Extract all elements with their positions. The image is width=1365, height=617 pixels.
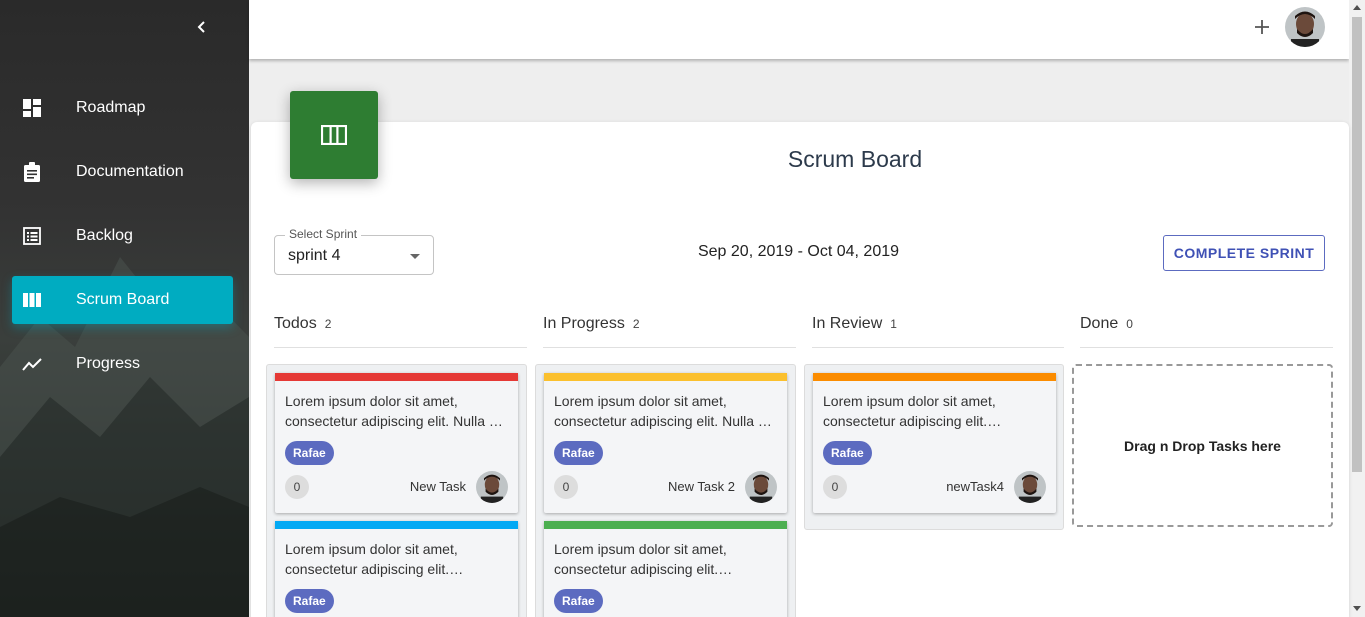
page-icon xyxy=(290,91,378,179)
task-description: Lorem ipsum dolor sit amet, consectetur … xyxy=(554,393,772,429)
sidebar-nav: Roadmap Documentation Backlog Scrum Boar… xyxy=(12,84,233,404)
column-in-review: Lorem ipsum dolor sit amet, consectetur … xyxy=(804,364,1064,530)
done-dropzone[interactable]: Drag n Drop Tasks here xyxy=(1072,364,1333,527)
columns-icon xyxy=(22,290,42,310)
column-in-progress: Lorem ipsum dolor sit amet, consectetur … xyxy=(535,364,796,617)
task-description: Lorem ipsum dolor sit amet, consectetur … xyxy=(554,541,733,577)
scrollbar[interactable] xyxy=(1349,0,1365,617)
task-card[interactable]: Lorem ipsum dolor sit amet, consectetur … xyxy=(544,373,787,513)
column-count: 1 xyxy=(890,317,897,331)
task-tag: Rafae xyxy=(823,441,872,465)
sprint-select-label: Select Sprint xyxy=(285,227,362,241)
task-card[interactable]: Lorem ipsum dolor sit amet, consectetur … xyxy=(544,521,787,617)
sidebar-item-label: Scrum Board xyxy=(76,291,170,308)
dashboard-icon xyxy=(22,98,42,118)
clipboard-icon xyxy=(22,162,42,182)
task-assignee-avatar xyxy=(476,471,508,503)
column-title: In Review xyxy=(812,315,883,332)
task-color-bar xyxy=(275,373,518,381)
list-icon xyxy=(22,226,42,246)
add-button[interactable] xyxy=(1251,16,1273,38)
column-title: Done xyxy=(1080,315,1119,332)
task-assignee-avatar xyxy=(745,471,777,503)
task-description: Lorem ipsum dolor sit amet, consectetur … xyxy=(285,393,503,429)
task-tag: Rafae xyxy=(285,441,334,465)
task-count-badge: 0 xyxy=(823,475,847,499)
scroll-down-arrow-icon[interactable] xyxy=(1353,606,1361,611)
column-count: 2 xyxy=(632,317,640,331)
sidebar-item-roadmap[interactable]: Roadmap xyxy=(12,84,233,132)
sidebar-item-documentation[interactable]: Documentation xyxy=(12,148,233,196)
column-title: Todos xyxy=(274,315,317,332)
task-count-badge: 0 xyxy=(554,475,578,499)
task-assignee-avatar xyxy=(1014,471,1046,503)
complete-sprint-button[interactable]: COMPLETE SPRINT xyxy=(1163,235,1325,271)
columns-icon xyxy=(321,125,347,145)
user-avatar[interactable] xyxy=(1285,7,1325,47)
page-title: Scrum Board xyxy=(787,146,923,172)
column-count: 2 xyxy=(324,317,332,331)
task-tag: Rafae xyxy=(554,441,603,465)
scroll-up-arrow-icon[interactable] xyxy=(1353,5,1361,10)
task-count-badge: 0 xyxy=(285,475,309,499)
column-count: 0 xyxy=(1126,317,1133,331)
task-name: New Task xyxy=(409,479,466,494)
column-header-in-review: In Review 1 xyxy=(812,315,1064,348)
trending-up-icon xyxy=(22,354,42,374)
scroll-thumb[interactable] xyxy=(1352,17,1362,472)
task-name: newTask4 xyxy=(946,479,1004,494)
column-header-todos: Todos 2 xyxy=(274,315,527,348)
sidebar-item-label: Roadmap xyxy=(76,99,146,116)
sidebar-item-label: Progress xyxy=(76,355,141,372)
sprint-date-range: Sep 20, 2019 - Oct 04, 2019 xyxy=(697,243,900,260)
sidebar-item-label: Backlog xyxy=(76,227,133,244)
sidebar-item-progress[interactable]: Progress xyxy=(12,340,233,388)
sidebar: Roadmap Documentation Backlog Scrum Boar… xyxy=(0,0,249,617)
task-name: New Task 2 xyxy=(668,479,735,494)
sidebar-item-label: Documentation xyxy=(76,163,184,180)
task-tag: Rafae xyxy=(554,589,603,613)
plus-icon xyxy=(1255,20,1269,34)
task-color-bar xyxy=(544,373,787,381)
chevron-left-icon xyxy=(197,21,205,33)
task-card[interactable]: Lorem ipsum dolor sit amet, consectetur … xyxy=(275,521,518,617)
collapse-sidebar-button[interactable] xyxy=(190,15,214,39)
column-header-in-progress: In Progress 2 xyxy=(543,315,796,348)
task-description: Lorem ipsum dolor sit amet, consectetur … xyxy=(823,393,1002,429)
task-card[interactable]: Lorem ipsum dolor sit amet, consectetur … xyxy=(275,373,518,513)
column-todos: Lorem ipsum dolor sit amet, consectetur … xyxy=(266,364,527,617)
column-title: In Progress xyxy=(543,315,625,332)
task-card[interactable]: Lorem ipsum dolor sit amet, consectetur … xyxy=(813,373,1056,513)
sprint-select-value: sprint 4 xyxy=(288,247,341,264)
dropdown-caret-icon xyxy=(410,254,420,259)
task-color-bar xyxy=(813,373,1056,381)
sidebar-item-scrum-board[interactable]: Scrum Board xyxy=(12,276,233,324)
task-color-bar xyxy=(275,521,518,529)
task-color-bar xyxy=(544,521,787,529)
top-header xyxy=(249,0,1349,59)
sprint-select[interactable]: Select Sprint sprint 4 xyxy=(274,227,434,275)
sidebar-item-backlog[interactable]: Backlog xyxy=(12,212,233,260)
column-header-done: Done 0 xyxy=(1080,315,1333,348)
task-description: Lorem ipsum dolor sit amet, consectetur … xyxy=(285,541,464,577)
task-tag: Rafae xyxy=(285,589,334,613)
